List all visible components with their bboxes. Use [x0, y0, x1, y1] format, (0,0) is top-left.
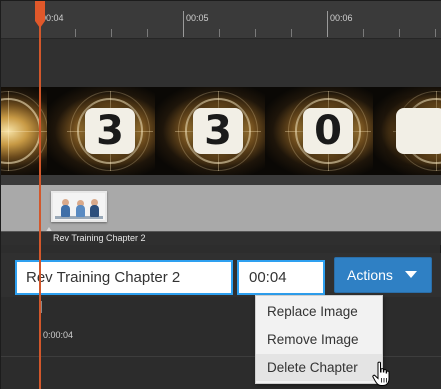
- ruler-tick: [291, 29, 292, 37]
- playhead-tip-icon: [35, 21, 45, 28]
- time-readout: 0:00:04: [43, 330, 74, 340]
- playhead-line[interactable]: [39, 1, 41, 389]
- actions-button[interactable]: Actions: [334, 257, 432, 293]
- menu-item-replace-image[interactable]: Replace Image: [256, 298, 382, 325]
- chapter-label-bar: Rev Training Chapter 2: [1, 231, 441, 245]
- ruler-label: 00:06: [330, 13, 353, 23]
- actions-menu: Replace Image Remove Image Delete Chapte…: [255, 295, 383, 384]
- track-separator: [1, 175, 441, 185]
- ruler-tick: [435, 29, 436, 37]
- playhead-handle[interactable]: [35, 1, 45, 21]
- thumbnail-person: [76, 205, 85, 217]
- menu-item-delete-chapter[interactable]: Delete Chapter: [256, 354, 382, 381]
- ruler-tick: [399, 29, 400, 37]
- video-editor: 00:04 00:05 00:06 3 3 0 Rev Training Cha…: [0, 0, 441, 389]
- video-frame: 3: [155, 87, 281, 175]
- ruler-tick-major: [183, 11, 184, 37]
- video-frame: [373, 87, 441, 175]
- ruler-tick: [363, 29, 364, 37]
- timeline-ruler[interactable]: 00:04 00:05 00:06: [1, 1, 441, 39]
- ruler-tick: [255, 29, 256, 37]
- ruler-tick: [75, 29, 76, 37]
- countdown-digit: 3: [85, 108, 135, 154]
- countdown-digit-partial: [396, 108, 441, 154]
- thumbnail-person: [90, 205, 99, 217]
- menu-item-remove-image[interactable]: Remove Image: [256, 326, 382, 353]
- ruler-label: 00:05: [186, 13, 209, 23]
- chapter-track-label: Rev Training Chapter 2: [53, 233, 146, 243]
- ruler-tick: [219, 29, 220, 37]
- video-track[interactable]: 3 3 0: [1, 87, 441, 175]
- countdown-digit: 0: [303, 108, 353, 154]
- track-gap: [1, 39, 441, 87]
- frame-crosshair: [1, 131, 51, 132]
- timeline-tick: [41, 301, 42, 313]
- ruler-tick: [147, 29, 148, 37]
- chevron-down-icon: [405, 271, 417, 278]
- thumbnail-person: [61, 205, 70, 217]
- chapter-time-input[interactable]: [237, 260, 325, 295]
- countdown-digit: 3: [193, 108, 243, 154]
- chapter-name-input[interactable]: [15, 260, 233, 295]
- ruler-tick: [111, 29, 112, 37]
- chapter-thumbnail[interactable]: [51, 191, 107, 222]
- ruler-tick-major: [327, 11, 328, 37]
- hand-cursor-icon: [372, 361, 390, 386]
